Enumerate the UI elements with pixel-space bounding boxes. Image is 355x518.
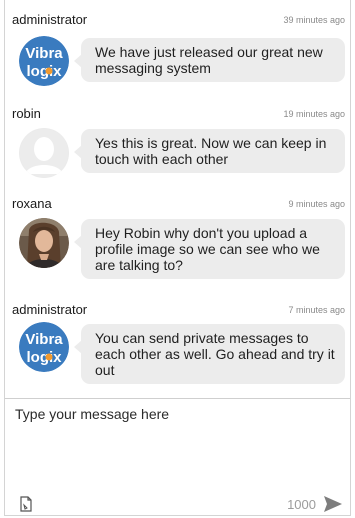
- composer-divider: [5, 398, 350, 399]
- logo-accent-dot: [45, 67, 53, 75]
- message-text: Hey Robin why don't you upload a profile…: [95, 225, 320, 273]
- send-icon: [324, 496, 342, 512]
- avatar[interactable]: Vibra logix: [19, 322, 69, 372]
- message-timestamp: 9 minutes ago: [288, 199, 345, 209]
- message-bubble: We have just released our great new mess…: [74, 38, 345, 82]
- message-timestamp: 19 minutes ago: [283, 109, 345, 119]
- message-header: roxana 9 minutes ago: [12, 196, 345, 212]
- avatar[interactable]: Vibra logix: [19, 36, 69, 86]
- message-username: robin: [12, 106, 41, 121]
- message-timestamp: 39 minutes ago: [283, 15, 345, 25]
- vibralogix-logo: Vibra logix: [19, 36, 69, 86]
- logo-text-line1: Vibra: [25, 45, 63, 62]
- vibralogix-logo: Vibra logix: [19, 322, 69, 372]
- message-username: roxana: [12, 196, 52, 211]
- logo-text-line2: logix: [26, 63, 62, 80]
- message-username: administrator: [12, 12, 88, 27]
- message-bubble: You can send private messages to each ot…: [74, 324, 345, 384]
- attachment-icon[interactable]: [19, 496, 33, 512]
- message-list[interactable]: administrator 39 minutes ago Vibra logix…: [5, 0, 350, 398]
- logo-text-line2: logix: [26, 349, 62, 366]
- character-counter: 1000: [287, 497, 316, 512]
- user-photo-icon: [19, 218, 69, 268]
- paperclip-icon: [20, 496, 32, 512]
- logo-text-line1: Vibra: [25, 331, 63, 348]
- send-button[interactable]: [323, 495, 343, 513]
- logo-accent-dot: [45, 353, 53, 361]
- message-header: administrator 39 minutes ago: [12, 12, 345, 28]
- message-text: We have just released our great new mess…: [95, 44, 323, 76]
- message-bubble: Hey Robin why don't you upload a profile…: [74, 219, 345, 279]
- message-text: You can send private messages to each ot…: [95, 330, 335, 378]
- chat-panel: administrator 39 minutes ago Vibra logix…: [4, 0, 351, 516]
- user-silhouette-icon: [20, 129, 68, 177]
- profile-photo[interactable]: [19, 218, 69, 268]
- message-header: robin 19 minutes ago: [12, 106, 345, 122]
- message-username: administrator: [12, 302, 88, 317]
- message-timestamp: 7 minutes ago: [288, 305, 345, 315]
- default-avatar-icon[interactable]: [19, 128, 69, 178]
- message-input[interactable]: [13, 404, 345, 486]
- message-bubble: Yes this is great. Now we can keep in to…: [74, 129, 345, 173]
- message-text: Yes this is great. Now we can keep in to…: [95, 135, 327, 167]
- message-header: administrator 7 minutes ago: [12, 302, 345, 318]
